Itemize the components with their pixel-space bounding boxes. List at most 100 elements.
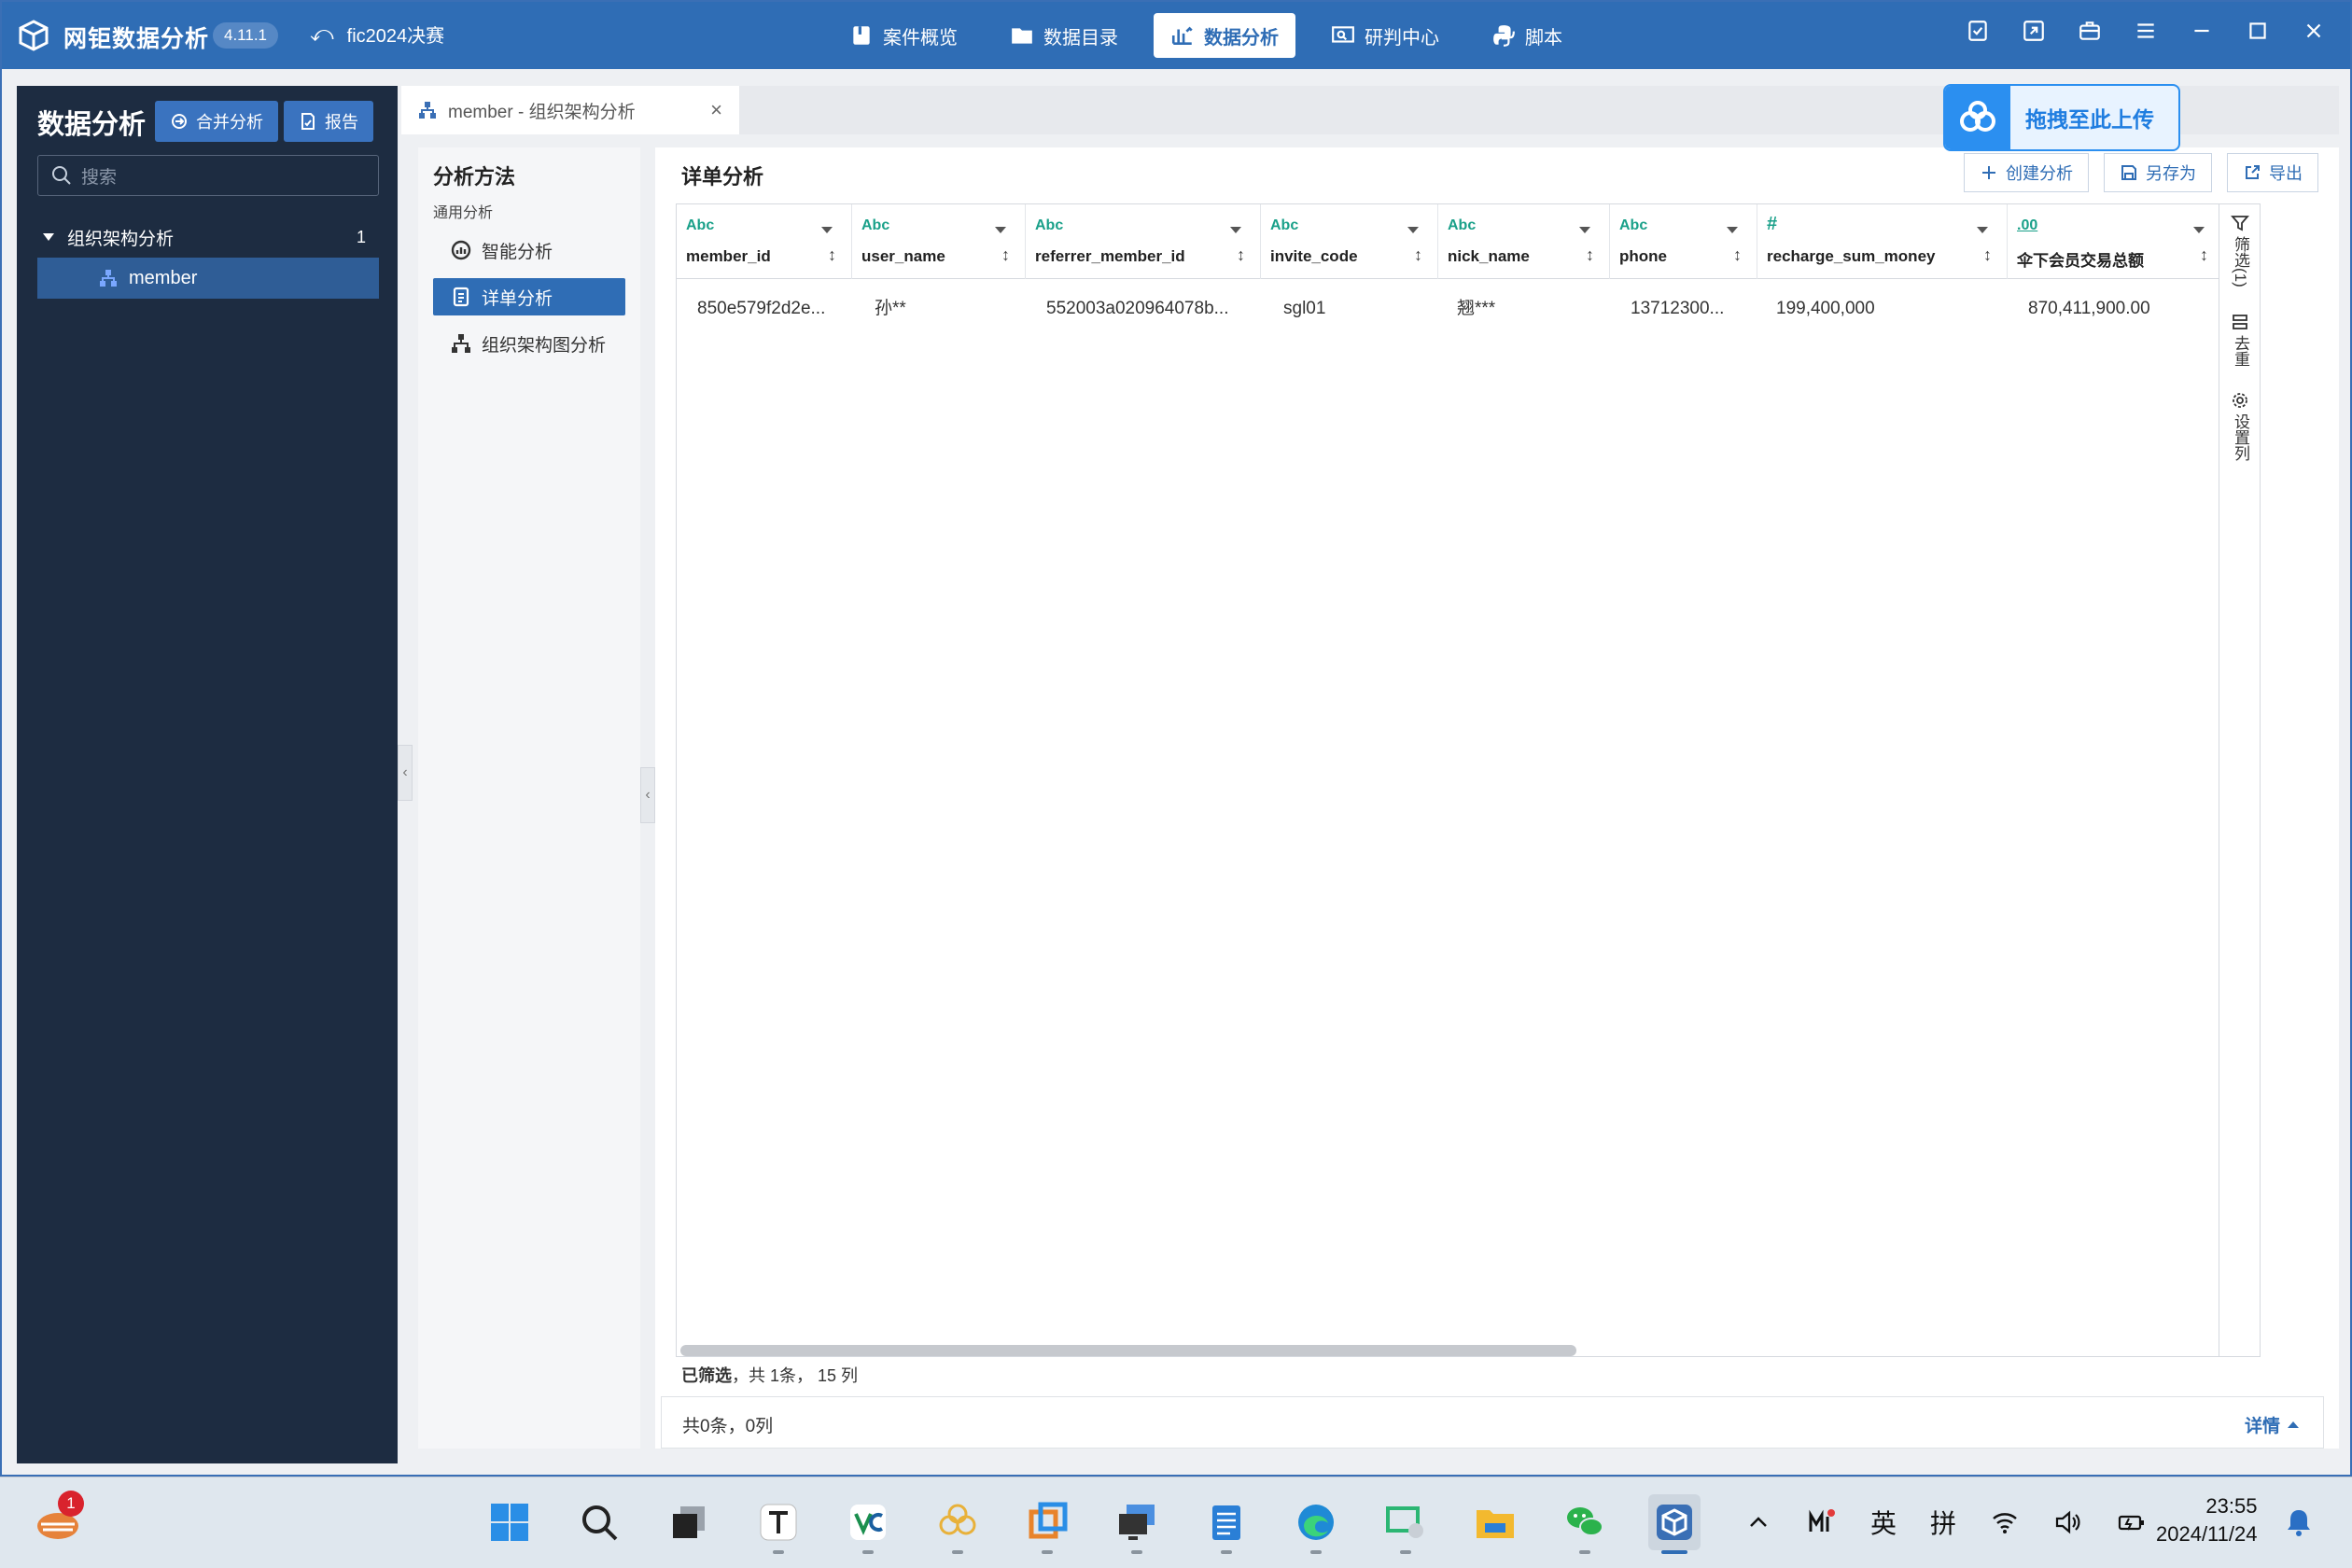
- sidebar-search-input[interactable]: 搜索: [37, 155, 379, 196]
- taskbar-app-vc[interactable]: [842, 1494, 894, 1554]
- export-file-icon[interactable]: [2022, 19, 2046, 43]
- table-row[interactable]: 850e579f2d2e... 孙** 552003a020964078b...…: [677, 283, 2260, 335]
- save-as-button[interactable]: 另存为: [2104, 153, 2212, 192]
- main-title: 详单分析: [681, 165, 764, 189]
- menu-icon[interactable]: [2134, 19, 2158, 43]
- running-indicator: [1579, 1550, 1590, 1554]
- column-menu-icon[interactable]: [1579, 227, 1590, 233]
- task-view[interactable]: [663, 1494, 715, 1550]
- column-menu-icon[interactable]: [1407, 227, 1419, 233]
- case-switcher[interactable]: ⤺ fic2024决赛: [310, 21, 444, 48]
- close-icon[interactable]: [2302, 19, 2326, 43]
- horizontal-scrollbar[interactable]: [680, 1345, 1576, 1356]
- column-header[interactable]: Abc user_name ↕: [852, 204, 1026, 279]
- ime-mode-indicator[interactable]: 拼: [1930, 1504, 1956, 1541]
- taskbar-app-edge[interactable]: [1290, 1494, 1342, 1554]
- drag-upload-banner[interactable]: 拖拽至此上传: [1943, 84, 2180, 151]
- taskbar-app-notepad[interactable]: [1200, 1494, 1253, 1554]
- set-columns-tool[interactable]: 设置列: [2227, 391, 2253, 466]
- column-name: phone: [1619, 247, 1667, 265]
- minimize-icon[interactable]: [2190, 19, 2214, 43]
- sort-icon[interactable]: ↕: [2200, 245, 2208, 265]
- caret-down-icon[interactable]: [43, 233, 54, 241]
- volume-icon[interactable]: [2053, 1507, 2083, 1537]
- close-tab-icon[interactable]: ×: [710, 98, 722, 122]
- filter-tool[interactable]: 筛选(1): [2227, 214, 2253, 292]
- sort-icon[interactable]: ↕: [1586, 245, 1594, 265]
- collapse-method-panel-handle[interactable]: ‹: [640, 767, 655, 823]
- python-icon: [1493, 25, 1515, 47]
- column-menu-icon[interactable]: [2193, 227, 2205, 233]
- report-button[interactable]: 报告: [284, 101, 373, 142]
- nav-case-overview[interactable]: 案件概览: [833, 13, 974, 58]
- table-cell: 552003a020964078b...: [1046, 299, 1229, 318]
- taskbar-app-vm[interactable]: [1021, 1494, 1073, 1554]
- save-as-label: 另存为: [2146, 164, 2196, 183]
- method-org-chart-analysis[interactable]: 组织架构图分析: [433, 325, 625, 362]
- sort-icon[interactable]: ↕: [1237, 245, 1245, 265]
- screen-chat-icon: [1386, 1506, 1423, 1538]
- toolbox-icon[interactable]: [2078, 19, 2102, 43]
- create-analysis-button[interactable]: 创建分析: [1964, 153, 2089, 192]
- sort-icon[interactable]: ↕: [1001, 245, 1010, 265]
- taskbar-app-data-analysis[interactable]: [1648, 1494, 1701, 1554]
- nav-research-center[interactable]: 研判中心: [1314, 13, 1456, 58]
- column-header[interactable]: Abc member_id ↕: [677, 204, 852, 279]
- column-menu-icon[interactable]: [995, 227, 1006, 233]
- notepad-icon: [1212, 1505, 1240, 1540]
- window-controls: [1966, 19, 2326, 43]
- details-toggle[interactable]: 详情: [2245, 1412, 2299, 1437]
- table-cell: 孙**: [875, 299, 906, 318]
- export-button[interactable]: 导出: [2227, 153, 2318, 192]
- taskbar-search[interactable]: [573, 1494, 625, 1550]
- task-check-icon[interactable]: [1966, 19, 1990, 43]
- nav-data-catalog[interactable]: 数据目录: [993, 13, 1135, 58]
- notification-bell-icon[interactable]: [2285, 1507, 2313, 1537]
- dedupe-tool[interactable]: 去重: [2227, 313, 2253, 371]
- column-header[interactable]: # recharge_sum_money ↕: [1757, 204, 2008, 279]
- nav-data-analysis[interactable]: 数据分析: [1154, 13, 1295, 58]
- column-header[interactable]: Abc phone ↕: [1610, 204, 1757, 279]
- battery-icon[interactable]: [2117, 1507, 2147, 1537]
- column-menu-icon[interactable]: [1977, 227, 1988, 233]
- org-chart-icon: [419, 102, 436, 119]
- taskbar-app-explorer[interactable]: [1469, 1494, 1521, 1550]
- task-view-icon: [673, 1506, 705, 1538]
- taskbar-app-notes[interactable]: [931, 1494, 984, 1554]
- column-header[interactable]: Abc nick_name ↕: [1438, 204, 1610, 279]
- sidebar-group-org-analysis[interactable]: 组织架构分析 1: [37, 220, 379, 254]
- collapse-sidebar-handle[interactable]: ‹: [398, 745, 413, 801]
- sort-icon[interactable]: ↕: [1983, 245, 1992, 265]
- sidebar-item-member[interactable]: member: [37, 258, 379, 299]
- chevron-up-icon[interactable]: [1743, 1507, 1773, 1537]
- column-menu-icon[interactable]: [821, 227, 833, 233]
- ime-language-indicator[interactable]: 英: [1870, 1504, 1897, 1541]
- wifi-icon[interactable]: [1990, 1507, 2020, 1537]
- sort-icon[interactable]: ↕: [1733, 245, 1742, 265]
- taskbar-app-chat[interactable]: [1379, 1494, 1432, 1554]
- start-button[interactable]: [483, 1494, 536, 1550]
- column-header[interactable]: Abc invite_code ↕: [1261, 204, 1438, 279]
- taskbar-app-typora[interactable]: [752, 1494, 805, 1554]
- create-analysis-label: 创建分析: [2006, 164, 2073, 183]
- merge-analysis-button[interactable]: 合并分析: [155, 101, 278, 142]
- sort-icon[interactable]: ↕: [1414, 245, 1422, 265]
- merge-analysis-label: 合并分析: [196, 113, 263, 132]
- gear-icon: [2233, 393, 2247, 408]
- taskbar-app-remote[interactable]: [1111, 1494, 1163, 1554]
- taskbar-app-wechat[interactable]: [1559, 1494, 1611, 1554]
- method-detail-analysis[interactable]: 详单分析: [433, 278, 625, 315]
- column-menu-icon[interactable]: [1727, 227, 1738, 233]
- column-header[interactable]: Abc referrer_member_id ↕: [1026, 204, 1261, 279]
- back-icon[interactable]: ⤺: [310, 21, 334, 48]
- tab-member-org-analysis[interactable]: member - 组织架构分析 ×: [401, 86, 739, 134]
- column-menu-icon[interactable]: [1230, 227, 1241, 233]
- method-smart-analysis[interactable]: 智能分析: [433, 231, 625, 269]
- column-header[interactable]: .00 伞下会员交易总额 ↕: [2008, 204, 2224, 279]
- nav-script[interactable]: 脚本: [1475, 13, 1579, 58]
- maximize-icon[interactable]: [2246, 19, 2270, 43]
- m-app-tray-icon[interactable]: [1807, 1507, 1837, 1537]
- system-clock[interactable]: 23:55 2024/11/24: [2156, 1492, 2257, 1548]
- folder-icon: [1477, 1510, 1514, 1538]
- sort-icon[interactable]: ↕: [828, 245, 836, 265]
